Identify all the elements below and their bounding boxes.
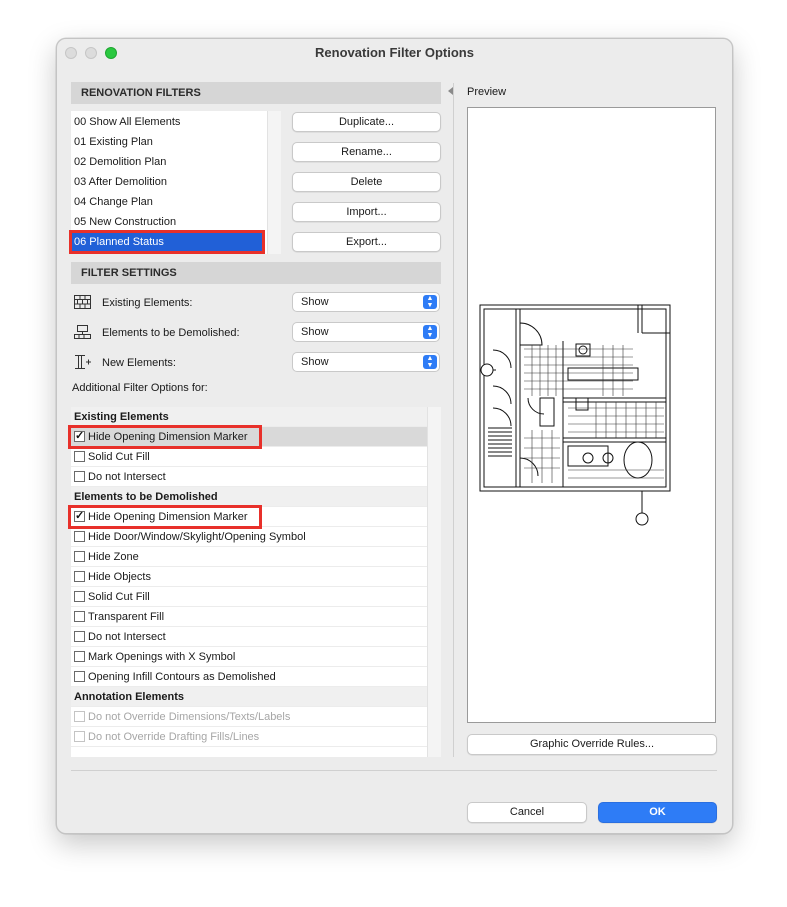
- new-elements-label: New Elements:: [102, 357, 176, 369]
- checkbox[interactable]: [74, 671, 85, 682]
- checkbox[interactable]: [74, 531, 85, 542]
- additional-filter-options-label: Additional Filter Options for:: [72, 382, 208, 394]
- renovation-filter-list[interactable]: 00 Show All Elements 01 Existing Plan 02…: [71, 111, 267, 254]
- checkbox[interactable]: [74, 631, 85, 642]
- option-label: Mark Openings with X Symbol: [88, 651, 236, 663]
- option-label: Hide Door/Window/Skylight/Opening Symbol: [88, 531, 306, 543]
- existing-elements-select[interactable]: Show ▲ ▼: [292, 292, 440, 312]
- demolished-elements-select[interactable]: Show ▲ ▼: [292, 322, 440, 342]
- graphic-override-rules-button[interactable]: Graphic Override Rules...: [467, 734, 717, 755]
- option-label: Solid Cut Fill: [88, 451, 150, 463]
- option-do-not-override-dimensions: Do not Override Dimensions/Texts/Labels: [71, 707, 427, 727]
- demolished-elements-label: Elements to be Demolished:: [102, 327, 240, 339]
- option-label: Do not Intersect: [88, 471, 166, 483]
- floor-plan-preview-image: [479, 304, 671, 526]
- window-title: Renovation Filter Options: [315, 45, 474, 60]
- option-label: Do not Override Drafting Fills/Lines: [88, 731, 260, 743]
- renovation-filter-options-dialog: Renovation Filter Options RENOVATION FIL…: [56, 38, 733, 834]
- group-existing-elements: Existing Elements: [71, 407, 427, 427]
- option-existing-hide-opening-dimension-marker[interactable]: ✓ Hide Opening Dimension Marker: [71, 427, 427, 447]
- option-existing-do-not-intersect[interactable]: Do not Intersect: [71, 467, 427, 487]
- option-label: Hide Opening Dimension Marker: [88, 511, 248, 523]
- option-demolished-solid-cut-fill[interactable]: Solid Cut Fill: [71, 587, 427, 607]
- options-list-scrollbar[interactable]: [427, 407, 441, 757]
- filter-item-00[interactable]: 00 Show All Elements: [74, 113, 180, 131]
- new-column-icon: [75, 355, 91, 369]
- option-label: Hide Objects: [88, 571, 151, 583]
- demolish-icon: [74, 325, 91, 339]
- group-elements-to-be-demolished: Elements to be Demolished: [71, 487, 427, 507]
- delete-button[interactable]: Delete: [292, 172, 441, 192]
- ok-button[interactable]: OK: [598, 802, 717, 823]
- option-hide-zone[interactable]: Hide Zone: [71, 547, 427, 567]
- group-title: Annotation Elements: [74, 691, 185, 703]
- existing-elements-label: Existing Elements:: [102, 297, 193, 309]
- checkbox-disabled: [74, 711, 85, 722]
- option-transparent-fill[interactable]: Transparent Fill: [71, 607, 427, 627]
- checkbox-disabled: [74, 731, 85, 742]
- option-demolished-do-not-intersect[interactable]: Do not Intersect: [71, 627, 427, 647]
- titlebar: Renovation Filter Options: [57, 39, 732, 67]
- checkbox[interactable]: [74, 551, 85, 562]
- option-do-not-override-drafting: Do not Override Drafting Fills/Lines: [71, 727, 427, 747]
- additional-options-list: Existing Elements ✓ Hide Opening Dimensi…: [71, 407, 427, 757]
- option-label: Hide Zone: [88, 551, 139, 563]
- rename-button[interactable]: Rename...: [292, 142, 441, 162]
- option-demolished-hide-opening-dimension-marker[interactable]: ✓ Hide Opening Dimension Marker: [71, 507, 427, 527]
- new-elements-value: Show: [301, 356, 329, 368]
- checkbox[interactable]: [74, 651, 85, 662]
- checkbox[interactable]: [74, 571, 85, 582]
- filter-settings-header: FILTER SETTINGS: [71, 262, 441, 284]
- option-label: Solid Cut Fill: [88, 591, 150, 603]
- checkbox-checked[interactable]: ✓: [74, 511, 85, 522]
- option-opening-infill-contours[interactable]: Opening Infill Contours as Demolished: [71, 667, 427, 687]
- group-title: Existing Elements: [74, 411, 169, 423]
- group-annotation-elements: Annotation Elements: [71, 687, 427, 707]
- brick-wall-icon: [74, 295, 91, 309]
- option-label: Hide Opening Dimension Marker: [88, 431, 248, 443]
- checkbox[interactable]: [74, 611, 85, 622]
- filter-item-02[interactable]: 02 Demolition Plan: [74, 153, 166, 171]
- checkbox[interactable]: [74, 591, 85, 602]
- filter-item-04[interactable]: 04 Change Plan: [74, 193, 153, 211]
- existing-elements-value: Show: [301, 296, 329, 308]
- group-title: Elements to be Demolished: [74, 491, 218, 503]
- option-hide-objects[interactable]: Hide Objects: [71, 567, 427, 587]
- checkbox-checked[interactable]: ✓: [74, 431, 85, 442]
- filter-item-03[interactable]: 03 After Demolition: [74, 173, 167, 191]
- import-button[interactable]: Import...: [292, 202, 441, 222]
- up-down-arrows-icon: ▲ ▼: [423, 355, 437, 369]
- option-existing-solid-cut-fill[interactable]: Solid Cut Fill: [71, 447, 427, 467]
- up-down-arrows-icon: ▲ ▼: [423, 295, 437, 309]
- option-mark-openings-x-symbol[interactable]: Mark Openings with X Symbol: [71, 647, 427, 667]
- filter-list-scrollbar[interactable]: [267, 111, 281, 254]
- preview-label: Preview: [467, 86, 507, 98]
- up-down-arrows-icon: ▲ ▼: [423, 325, 437, 339]
- export-button[interactable]: Export...: [292, 232, 441, 252]
- preview-area: [467, 107, 716, 723]
- demolished-elements-value: Show: [301, 326, 329, 338]
- option-label: Opening Infill Contours as Demolished: [88, 671, 276, 683]
- option-label: Do not Override Dimensions/Texts/Labels: [88, 711, 291, 723]
- filter-item-05[interactable]: 05 New Construction: [74, 213, 176, 231]
- option-label: Transparent Fill: [88, 611, 165, 623]
- checkbox[interactable]: [74, 471, 85, 482]
- option-hide-door-window-symbol[interactable]: Hide Door/Window/Skylight/Opening Symbol: [71, 527, 427, 547]
- filter-item-01[interactable]: 01 Existing Plan: [74, 133, 153, 151]
- checkbox[interactable]: [74, 451, 85, 462]
- filter-item-06-selected[interactable]: 06 Planned Status: [71, 233, 263, 251]
- cancel-button[interactable]: Cancel: [467, 802, 587, 823]
- option-label: Do not Intersect: [88, 631, 166, 643]
- footer-separator: [71, 770, 717, 771]
- duplicate-button[interactable]: Duplicate...: [292, 112, 441, 132]
- renovation-filters-header: RENOVATION FILTERS: [71, 82, 441, 104]
- panel-divider[interactable]: [453, 83, 454, 757]
- new-elements-select[interactable]: Show ▲ ▼: [292, 352, 440, 372]
